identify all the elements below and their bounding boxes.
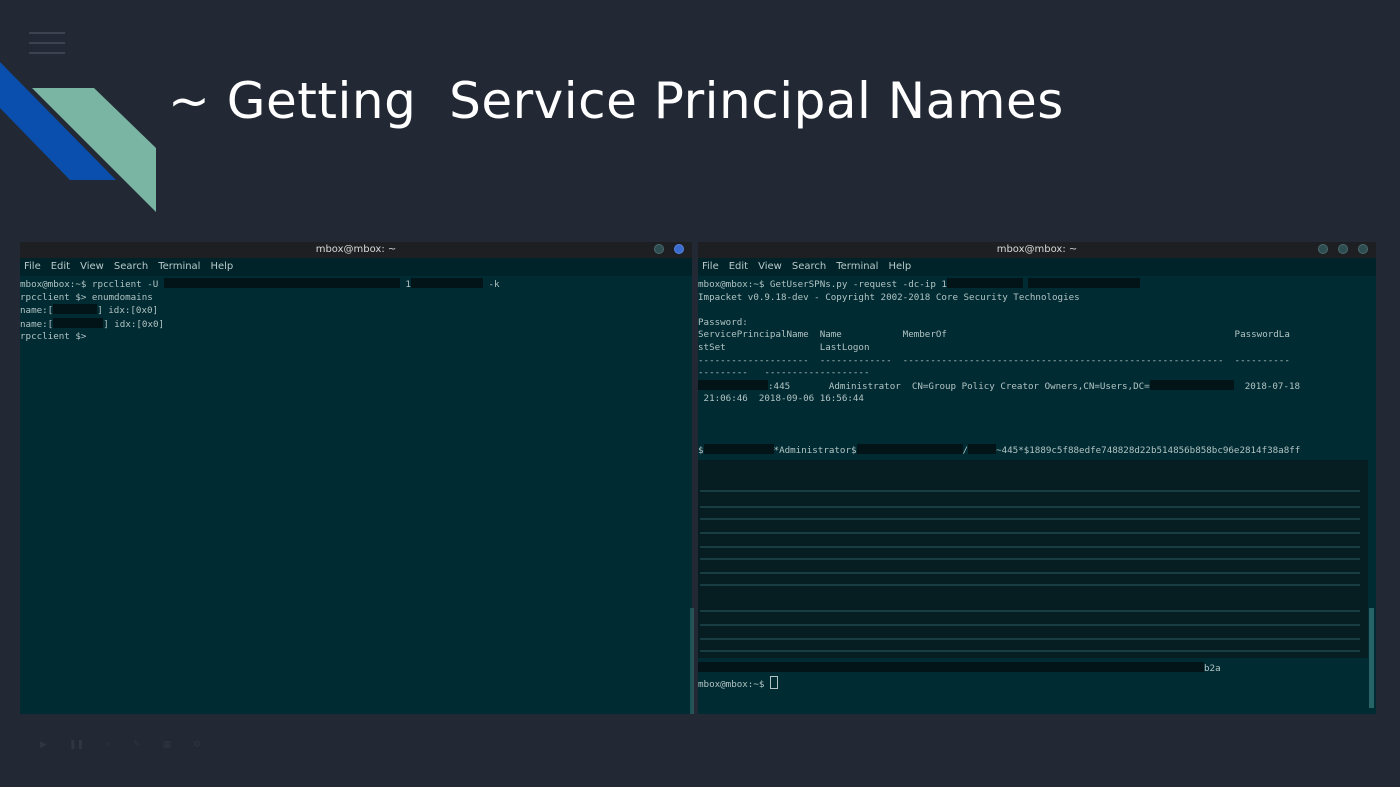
menu-item-help[interactable]: Help [888,258,911,276]
close-icon[interactable] [674,244,684,254]
close-icon[interactable] [1358,244,1368,254]
settings-icon[interactable]: ⚙ [193,740,201,750]
maximize-icon[interactable] [1338,244,1348,254]
slide: ~ Getting Service Principal Names mbox@m… [0,0,1400,787]
pane-divider[interactable] [690,608,694,714]
redaction-bar [410,278,483,288]
terminal-line: name:[] idx:[0x0] [20,304,159,317]
scrollbar[interactable] [1369,278,1374,714]
decorative-stripes [0,62,156,212]
terminal-line: b2a [698,662,1221,676]
terminal-line: rpcclient $> enumdomains [20,291,153,303]
terminal-line: mbox@mbox:~$ GetUserSPNs.py -request -dc… [698,278,1376,292]
minimize-icon[interactable] [654,244,664,254]
terminal-line: ServicePrincipalName Name MemberOf Passw… [698,329,1290,341]
redaction-bar [946,278,1023,288]
pause-icon[interactable]: ❚❚ [69,740,84,750]
terminal-line: -------------------- ------------- -----… [698,354,1290,366]
terminal-output[interactable]: mbox@mbox:~$ rpcclient -U 1 -k rpcclient … [20,276,692,344]
menu-item-view[interactable]: View [758,258,782,276]
terminal-window-left[interactable]: mbox@mbox: ~ File Edit View Search Termi… [20,242,692,714]
terminal-line: mbox@mbox:~$ [698,675,1221,692]
window-title: mbox@mbox: ~ [996,244,1078,255]
terminal-line: mbox@mbox:~$ rpcclient -U 1 -k [20,278,500,290]
terminal-menubar: File Edit View Search Terminal Help [20,258,692,276]
menu-item-view[interactable]: View [80,258,104,276]
terminal-output[interactable]: mbox@mbox:~$ GetUserSPNs.py -request -dc… [698,276,1376,457]
menu-item-terminal[interactable]: Terminal [158,258,200,276]
menu-item-help[interactable]: Help [210,258,233,276]
pen-icon[interactable]: ✎ [133,740,141,750]
redaction-bar [703,443,774,454]
menu-item-search[interactable]: Search [114,258,148,276]
menu-item-terminal[interactable]: Terminal [836,258,878,276]
terminal-output-tail[interactable]: b2a mbox@mbox:~$ [698,660,1221,691]
terminal-line: --------- ------------------- [698,367,870,379]
redaction-bar [698,662,1204,672]
slide-title: ~ Getting Service Principal Names [168,72,1064,130]
menu-item-edit[interactable]: Edit [51,258,70,276]
redaction-bar [968,443,997,454]
redaction-bar [53,317,104,328]
terminal-menubar: File Edit View Search Terminal Help [698,258,1376,276]
terminal-line: stSet LastLogon [698,341,870,353]
window-title: mbox@mbox: ~ [315,244,397,255]
redacted-hash-block [698,460,1368,658]
redaction-bar [1149,379,1234,390]
menu-item-file[interactable]: File [702,258,719,276]
terminal-titlebar[interactable]: mbox@mbox: ~ [20,242,692,258]
menu-item-edit[interactable]: Edit [729,258,748,276]
redaction-bar [53,304,98,315]
cursor [769,675,778,689]
terminal-line: Password: [698,316,748,328]
grid-icon[interactable]: ▦ [163,740,172,750]
terminal-line: :445 Administrator CN=Group Policy Creat… [698,379,1376,394]
terminal-line: 21:06:46 2018-09-06 16:56:44 [698,393,864,405]
terminal-titlebar[interactable]: mbox@mbox: ~ [698,242,1376,258]
terminal-line: rpcclient $> [20,331,87,343]
terminal-line: Impacket v0.9.18-dev - Copyright 2002-20… [698,291,1080,303]
terminal-window-right[interactable]: mbox@mbox: ~ File Edit View Search Termi… [698,242,1376,714]
redaction-bar [1028,278,1141,288]
menu-item-file[interactable]: File [24,258,41,276]
terminal-line: $ *Administrator$ / ~445*$1889c5f88edfe7488… [698,443,1301,456]
minimize-icon[interactable] [1318,244,1328,254]
redaction-bar [856,443,963,454]
terminal-line: name:[] idx:[0x0] [20,317,165,330]
zoom-icon[interactable]: ⌕ [106,740,111,750]
redaction-bar [698,379,768,390]
scrollbar-thumb[interactable] [1369,608,1374,708]
presentation-controls: ▶ ❚❚ ⌕ ✎ ▦ ⚙ [40,734,520,756]
menu-item-search[interactable]: Search [792,258,826,276]
play-icon[interactable]: ▶ [40,740,47,750]
redaction-bar [163,278,400,288]
